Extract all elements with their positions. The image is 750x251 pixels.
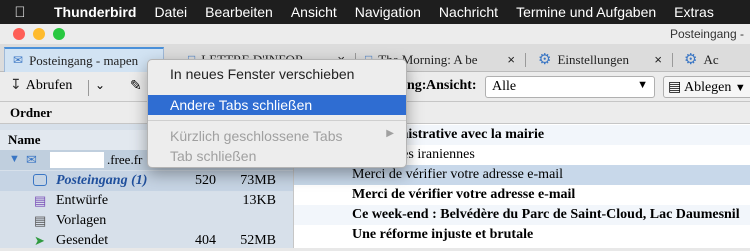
folder-count: 520	[195, 173, 216, 188]
close-tab-icon[interactable]: ×	[654, 52, 662, 67]
macos-menubar:  Thunderbird Datei Bearbeiten Ansicht N…	[0, 0, 750, 24]
traffic-lights	[13, 28, 65, 40]
drafts-icon: ▤	[34, 193, 47, 208]
message-row[interactable]: Une réforme injuste et brutale	[294, 225, 750, 245]
apple-icon[interactable]: 	[0, 4, 40, 21]
download-icon: ↧	[10, 78, 22, 93]
message-row[interactable]: Merci de vérifier votre adresse e-mail	[294, 185, 750, 205]
menu-file[interactable]: Datei	[145, 4, 196, 20]
folder-name: Posteingang (1)	[56, 173, 148, 188]
view-select-value: Alle	[492, 79, 517, 94]
message-row[interactable]: Ce week-end : Belvédère du Parc de Saint…	[294, 205, 750, 225]
tab-label: Posteingang - mapen	[29, 52, 139, 68]
menu-item-move-to-new-window[interactable]: In neues Fenster verschieben	[148, 64, 406, 84]
gear-icon: ⚙	[684, 52, 698, 68]
submenu-arrow-icon: ▶	[386, 128, 394, 139]
chevron-down-icon: ▼	[734, 82, 746, 94]
menu-events-tasks[interactable]: Termine und Aufgaben	[507, 4, 665, 20]
folder-size: 13KB	[242, 193, 276, 208]
window-title: Posteingang -	[669, 27, 744, 41]
menu-item-close-other-tabs[interactable]: Andere Tabs schließen	[148, 95, 406, 115]
tab-inbox[interactable]: ✉ Posteingang - mapen	[4, 47, 164, 72]
folder-count: 404	[195, 233, 216, 248]
inbox-icon	[33, 174, 47, 186]
folder-row-inbox[interactable]: Posteingang (1) 520 73MB	[0, 171, 293, 191]
archive-icon: ▤	[668, 80, 682, 95]
folder-row-templates[interactable]: ▤ Vorlagen	[0, 211, 293, 231]
menu-item-label: Kürzlich geschlossene Tabs	[170, 128, 343, 144]
folder-size: 52MB	[240, 233, 276, 248]
get-messages-button[interactable]: ↧ Abrufen	[10, 77, 72, 94]
sent-icon: ➤	[34, 233, 45, 248]
pencil-icon[interactable]: ✎	[130, 77, 142, 94]
app-menu[interactable]: Thunderbird	[40, 4, 145, 20]
view-select[interactable]: Alle ▼	[485, 76, 655, 98]
chevron-down-icon: ▼	[637, 79, 648, 91]
templates-icon: ▤	[34, 213, 47, 228]
folder-row-drafts[interactable]: ▤ Entwürfe 13KB	[0, 191, 293, 211]
get-messages-label: Abrufen	[25, 77, 73, 93]
gear-icon: ⚙	[538, 52, 552, 68]
menu-message[interactable]: Nachricht	[430, 4, 507, 20]
tab-addons[interactable]: ⚙ Ac	[676, 47, 750, 72]
view-label: Ansicht:	[426, 78, 477, 93]
menu-item-close-tab[interactable]: Tab schließen	[148, 146, 406, 166]
window-titlebar: Posteingang -	[0, 24, 750, 44]
redacted-account-name	[50, 152, 104, 168]
toolbar-divider	[88, 80, 89, 96]
minimize-window-button[interactable]	[33, 28, 45, 40]
menu-navigation[interactable]: Navigation	[346, 4, 430, 20]
account-icon: ✉	[26, 152, 37, 167]
menu-item-recently-closed-tabs[interactable]: Kürzlich geschlossene Tabs ▶	[148, 126, 406, 146]
tab-divider	[672, 53, 673, 67]
archive-label: Ablegen	[683, 80, 732, 95]
close-window-button[interactable]	[13, 28, 25, 40]
folder-row-sent[interactable]: ➤ Gesendet 404 52MB	[0, 231, 293, 251]
folder-name: Vorlagen	[56, 213, 107, 228]
message-row[interactable]: Merci de vérifier votre adresse e-mail	[294, 165, 750, 185]
zoom-window-button[interactable]	[53, 28, 65, 40]
filter-label: ng:	[407, 78, 427, 93]
tab-settings[interactable]: ⚙ Einstellungen ×	[530, 47, 670, 72]
tab-divider	[525, 53, 526, 67]
chevron-down-icon[interactable]: ⌄	[95, 78, 105, 92]
archive-button[interactable]: ▤ Ablegen ▼	[663, 76, 750, 98]
menu-separator	[148, 120, 406, 121]
tab-context-menu: In neues Fenster verschieben Andere Tabs…	[147, 59, 407, 168]
folder-size: 73MB	[240, 173, 276, 188]
menu-view[interactable]: Ansicht	[282, 4, 346, 20]
folder-name: Entwürfe	[56, 193, 109, 208]
folder-name: Gesendet	[56, 233, 109, 248]
close-tab-icon[interactable]: ×	[507, 52, 515, 67]
tab-label: Ac	[703, 51, 719, 67]
menu-tools[interactable]: Extras	[665, 4, 723, 20]
menu-edit[interactable]: Bearbeiten	[196, 4, 282, 20]
expand-arrow-icon[interactable]: ▼	[9, 153, 20, 165]
tab-label: Einstellungen	[557, 51, 629, 67]
inbox-icon: ✉	[13, 53, 24, 67]
account-domain: .free.fr	[107, 152, 143, 167]
